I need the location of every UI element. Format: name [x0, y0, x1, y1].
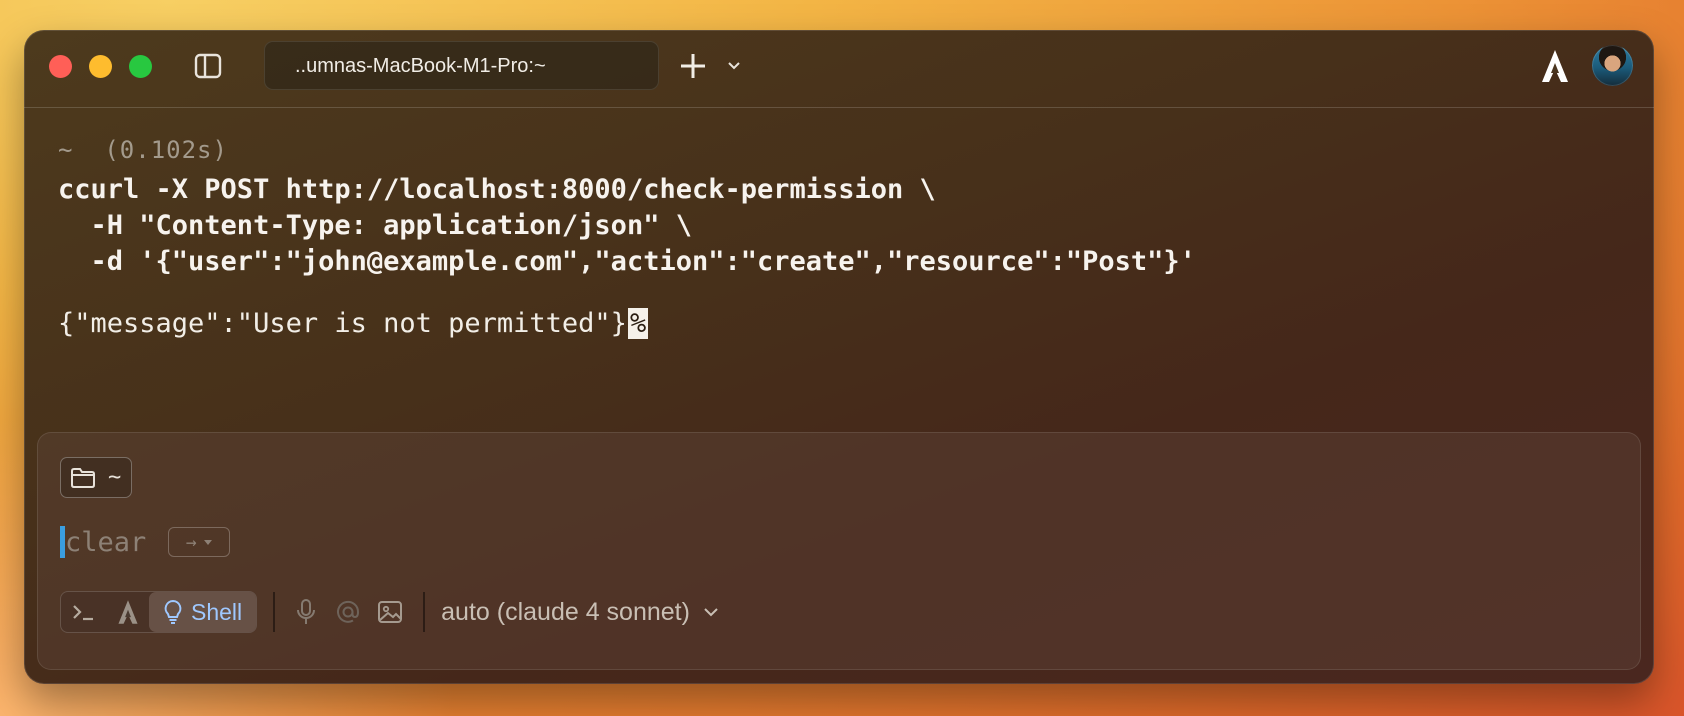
mode-selector: Shell [60, 591, 258, 633]
model-label: auto (claude 4 sonnet) [441, 597, 690, 626]
shell-mode-button[interactable]: Shell [149, 592, 257, 632]
terminal-icon [73, 605, 93, 621]
tab-title: ..umnas-MacBook-M1-Pro:~ [295, 55, 546, 77]
folder-icon [71, 467, 95, 488]
voice-input-button[interactable] [291, 597, 321, 627]
lightbulb-icon [164, 599, 182, 624]
directory-label: ~ [108, 465, 122, 490]
microphone-icon [297, 599, 316, 624]
at-sign-icon [337, 600, 360, 623]
toolbar-divider [273, 592, 276, 632]
command-line: -d '{"user":"john@example.com","action":… [58, 246, 1196, 277]
directory-chip[interactable]: ~ [60, 457, 132, 498]
command-line: -H "Content-Type: application/json" \ [58, 210, 692, 241]
toolbar-divider [423, 592, 426, 632]
agent-logo-icon[interactable] [1540, 49, 1570, 83]
command-input[interactable]: clear → [60, 526, 231, 558]
command-line: ccurl -X POST http://localhost:8000/chec… [58, 174, 936, 205]
mention-button[interactable] [333, 597, 363, 627]
plus-icon[interactable] [679, 52, 707, 80]
image-icon [378, 601, 403, 623]
accept-suggestion-button[interactable]: → [168, 527, 231, 557]
command-block[interactable]: ccurl -X POST http://localhost:8000/chec… [58, 172, 1196, 280]
terminal-mode-button[interactable] [61, 592, 107, 632]
output-text: {"message":"User is not permitted"} [58, 308, 627, 339]
command-output: {"message":"User is not permitted"}% [58, 308, 649, 339]
input-editor-panel: ~ clear → Shell auto (claude 4 sonnet) [37, 432, 1641, 670]
autosuggestion-text: clear [65, 526, 147, 558]
agent-mode-button[interactable] [107, 592, 149, 632]
terminal-window: ..umnas-MacBook-M1-Pro:~ ~ (0.102s) ccur… [24, 30, 1654, 684]
chevron-down-icon [704, 608, 718, 617]
sidebar-toggle-icon[interactable] [194, 53, 222, 79]
close-window-button[interactable] [49, 55, 72, 78]
tab-active[interactable]: ..umnas-MacBook-M1-Pro:~ [264, 41, 659, 90]
model-selector[interactable]: auto (claude 4 sonnet) [441, 598, 720, 627]
arrow-right-icon: → [185, 531, 197, 553]
title-bar: ..umnas-MacBook-M1-Pro:~ [24, 30, 1654, 108]
shell-mode-label: Shell [191, 598, 243, 625]
caret-down-icon [203, 540, 212, 545]
no-newline-marker: % [627, 308, 649, 339]
attach-image-button[interactable] [375, 597, 405, 627]
agent-mode-icon [118, 600, 138, 624]
zoom-window-button[interactable] [129, 55, 152, 78]
minimize-window-button[interactable] [89, 55, 112, 78]
chevron-down-icon[interactable] [726, 59, 742, 73]
block-metadata: ~ (0.102s) [58, 136, 228, 164]
input-toolbar: Shell auto (claude 4 sonnet) [60, 591, 720, 633]
user-avatar[interactable] [1592, 45, 1633, 86]
